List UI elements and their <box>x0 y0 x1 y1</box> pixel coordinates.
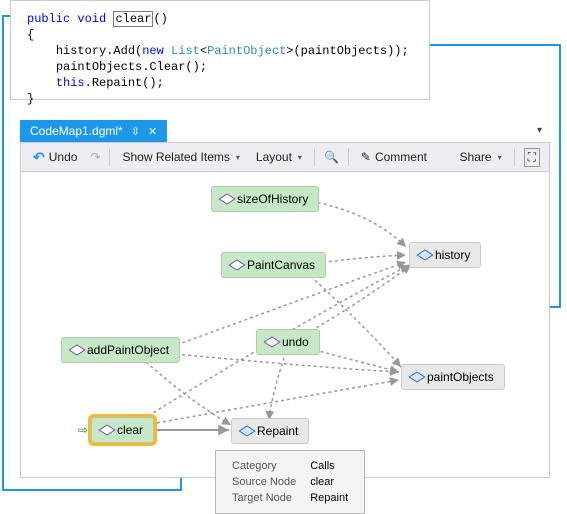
node-label: sizeOfHistory <box>237 192 308 206</box>
layout-label: Layout <box>256 150 292 164</box>
node-sizeOfHistory[interactable]: sizeOfHistory <box>211 186 319 212</box>
chevron-down-icon: ▾ <box>498 153 502 162</box>
node-clear[interactable]: ⇨ clear <box>91 417 154 443</box>
tooltip-value: Calls <box>304 459 354 473</box>
method-icon <box>232 260 242 270</box>
search-icon: 🔍 <box>324 150 339 164</box>
tooltip-value: Repaint <box>304 491 354 505</box>
edge-tooltip: CategoryCalls Source Nodeclear Target No… <box>215 450 365 514</box>
comment-icon: ✎ <box>361 150 371 164</box>
layout-button[interactable]: Layout ▾ <box>250 147 308 167</box>
comment-label: Comment <box>375 150 427 164</box>
method-icon <box>72 345 82 355</box>
undo-button[interactable]: ↶ Undo <box>27 146 83 169</box>
node-addPaintObject[interactable]: addPaintObject <box>61 337 180 363</box>
node-label: undo <box>282 335 309 349</box>
tooltip-key: Category <box>226 459 302 473</box>
share-button[interactable]: Share ▾ <box>454 147 508 167</box>
share-label: Share <box>460 150 492 164</box>
toolbar-separator <box>314 148 315 166</box>
chevron-down-icon: ▾ <box>236 153 240 162</box>
comment-button[interactable]: ✎ Comment <box>355 147 433 167</box>
field-icon <box>420 250 430 260</box>
node-label: history <box>435 248 470 262</box>
node-label: addPaintObject <box>87 343 169 357</box>
tab-overflow-chevron-icon[interactable]: ▾ <box>537 125 542 136</box>
field-icon <box>412 372 422 382</box>
close-icon[interactable]: ✕ <box>148 125 157 138</box>
method-icon <box>222 194 232 204</box>
node-label: clear <box>117 423 143 437</box>
document-tab[interactable]: CodeMap1.dgml* ⇳ ✕ <box>20 120 167 142</box>
fit-icon: ⛶ <box>524 148 540 167</box>
node-label: PaintCanvas <box>247 258 315 272</box>
toolbar-separator <box>348 148 349 166</box>
tooltip-key: Source Node <box>226 475 302 489</box>
method-icon <box>242 426 252 436</box>
fit-to-window-button[interactable]: ⛶ <box>521 145 543 170</box>
code-text: public void clear() { history.Add(new Li… <box>27 11 413 107</box>
show-related-label: Show Related Items <box>122 150 229 164</box>
toolbar-separator <box>514 148 515 166</box>
tooltip-value: clear <box>304 475 354 489</box>
codemap-canvas[interactable]: sizeOfHistory PaintCanvas addPaintObject… <box>20 172 550 478</box>
node-Repaint[interactable]: Repaint <box>231 418 309 444</box>
node-undo[interactable]: undo <box>256 329 320 355</box>
redo-icon: ↷ <box>90 150 100 164</box>
node-label: Repaint <box>257 424 298 438</box>
redo-button[interactable]: ↷ <box>87 147 103 167</box>
pin-icon[interactable]: ⇳ <box>131 125 140 138</box>
node-PaintCanvas[interactable]: PaintCanvas <box>221 252 326 278</box>
method-icon <box>267 337 277 347</box>
tooltip-key: Target Node <box>226 491 302 505</box>
show-related-items-button[interactable]: Show Related Items ▾ <box>116 147 245 167</box>
document-tabbar: CodeMap1.dgml* ⇳ ✕ <box>20 120 167 142</box>
node-history[interactable]: history <box>409 242 481 268</box>
method-icon <box>102 425 112 435</box>
undo-label: Undo <box>49 150 78 164</box>
method-name-highlight: clear <box>113 11 153 27</box>
tab-title: CodeMap1.dgml* <box>30 124 123 138</box>
undo-icon: ↶ <box>33 149 45 166</box>
tooltip-table: CategoryCalls Source Nodeclear Target No… <box>224 457 356 507</box>
search-button[interactable]: 🔍 <box>321 147 342 167</box>
chevron-down-icon: ▾ <box>298 153 302 162</box>
node-paintObjects[interactable]: paintObjects <box>401 364 505 390</box>
entry-arrow-icon: ⇨ <box>78 423 88 437</box>
toolbar-separator <box>109 148 110 166</box>
code-panel: public void clear() { history.Add(new Li… <box>10 0 430 100</box>
node-label: paintObjects <box>427 370 494 384</box>
codemap-toolbar: ↶ Undo ↷ Show Related Items ▾ Layout ▾ 🔍… <box>20 142 550 172</box>
